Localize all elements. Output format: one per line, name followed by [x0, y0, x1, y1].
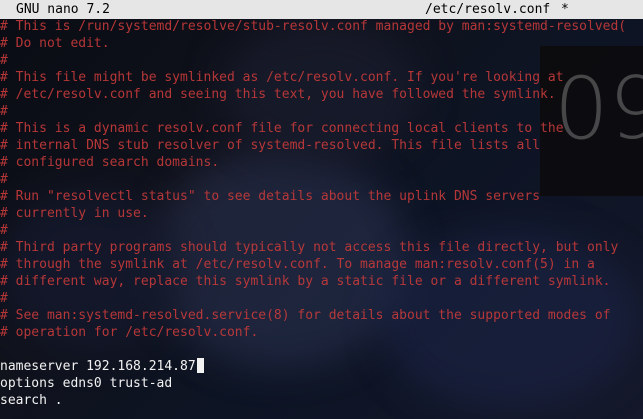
- comment-line: # This is /run/systemd/resolve/stub-reso…: [0, 19, 627, 34]
- comment-line: # operation for /etc/resolv.conf.: [0, 325, 259, 340]
- config-line: options edns0 trust-ad: [0, 375, 172, 392]
- file-path-title: /etc/resolv.conf: [425, 2, 551, 17]
- comment-line: # See man:systemd-resolved.service(8) fo…: [0, 308, 611, 323]
- editor-version-label: GNU nano 7.2: [16, 2, 110, 17]
- config-line-text: search .: [0, 393, 63, 408]
- config-line-text: options edns0 trust-ad: [0, 376, 173, 391]
- editor-buffer[interactable]: # This is /run/systemd/resolve/stub-reso…: [0, 19, 643, 419]
- comment-line: # Run "resolvectl status" to see details…: [0, 189, 541, 204]
- comment-line: # currently in use.: [0, 206, 149, 221]
- comment-line: # Do not edit.: [0, 36, 110, 51]
- comment-line: # configured search domains.: [0, 155, 220, 170]
- config-line-text: nameserver 192.168.214.87: [0, 359, 196, 374]
- comment-line: # /etc/resolv.conf and seeing this text,…: [0, 87, 556, 102]
- comment-line: #: [0, 172, 8, 187]
- comment-line: # through the symlink at /etc/resolv.con…: [0, 257, 595, 272]
- text-cursor: [196, 358, 204, 373]
- config-line: search .: [0, 392, 63, 409]
- comment-line: # This is a dynamic resolv.conf file for…: [0, 121, 564, 136]
- terminal-window: 09 GNU nano 7.2 /etc/resolv.conf * # Thi…: [0, 0, 643, 419]
- comment-line: #: [0, 291, 8, 306]
- comment-line: #: [0, 104, 8, 119]
- modified-indicator: *: [561, 2, 569, 17]
- comment-line: # different way, replace this symlink by…: [0, 274, 611, 289]
- comment-line: # This file might be symlinked as /etc/r…: [0, 70, 564, 85]
- comment-line: # Third party programs should typically …: [0, 240, 619, 255]
- comment-line: #: [0, 53, 8, 68]
- nano-title-bar: GNU nano 7.2 /etc/resolv.conf *: [0, 0, 643, 19]
- comment-line: #: [0, 223, 8, 238]
- config-line: nameserver 192.168.214.87: [0, 358, 204, 375]
- comment-line: # internal DNS stub resolver of systemd-…: [0, 138, 541, 153]
